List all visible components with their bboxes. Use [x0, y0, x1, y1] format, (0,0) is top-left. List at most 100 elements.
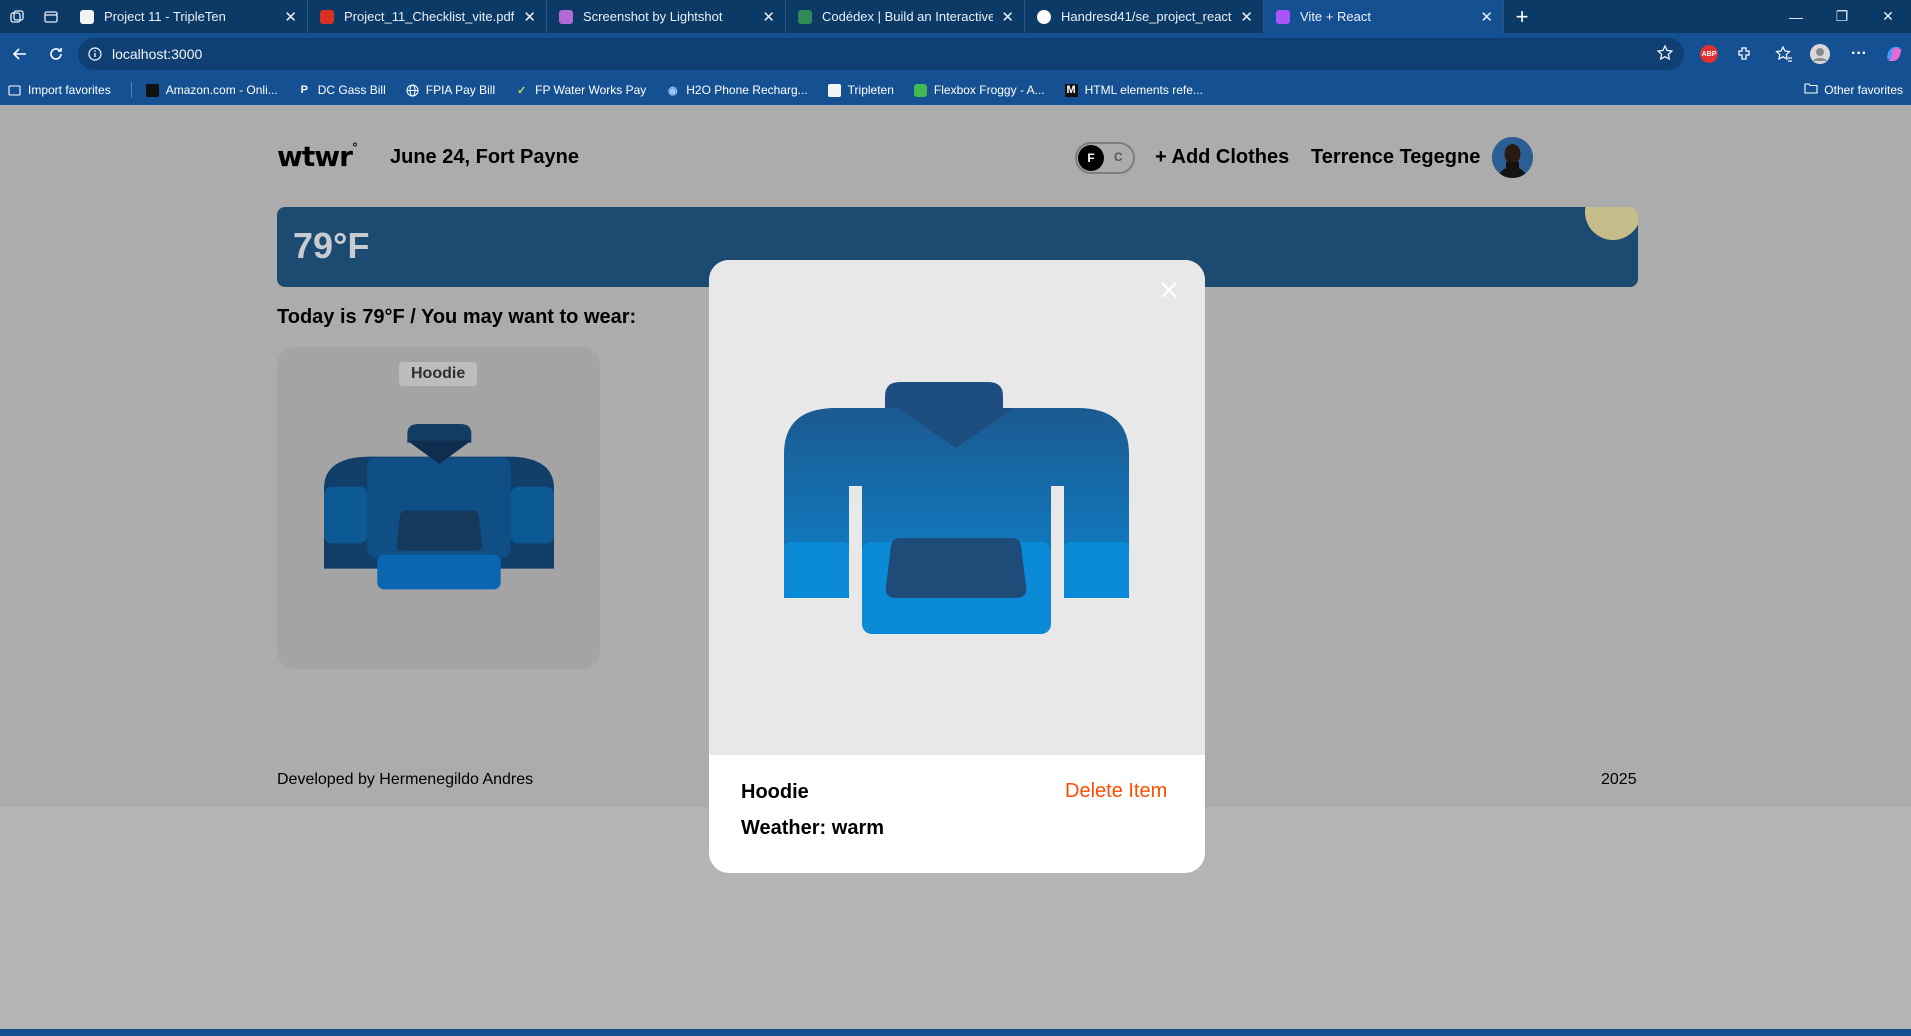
- extensions-icon[interactable]: [1728, 38, 1760, 70]
- more-options-icon[interactable]: ···: [1843, 38, 1875, 70]
- close-tab-icon[interactable]: ✕: [523, 8, 536, 26]
- bookmark-tripleten[interactable]: Tripleten: [827, 83, 894, 97]
- close-icon[interactable]: [1157, 278, 1181, 302]
- date-location: June 24, Fort Payne: [390, 146, 579, 168]
- close-tab-icon[interactable]: ✕: [762, 8, 775, 26]
- bookmark-label: Flexbox Froggy - A...: [933, 83, 1045, 97]
- toggle-knob-f: F: [1078, 145, 1104, 171]
- logo-mark: °: [351, 140, 358, 155]
- bookmark-amazon[interactable]: Amazon.com - Onli...: [145, 83, 278, 97]
- tab-actions-icon[interactable]: [34, 0, 68, 33]
- tab-title: Vite + React: [1300, 9, 1371, 24]
- weather-temperature: 79°F: [293, 225, 370, 266]
- other-favorites[interactable]: Other favorites: [1804, 82, 1903, 97]
- bookmark-label: DC Gass Bill: [317, 83, 386, 97]
- address-bar: localhost:3000 ABP ···: [0, 33, 1911, 75]
- delete-item-button[interactable]: Delete Item: [1065, 780, 1167, 803]
- paypal-icon: P: [300, 84, 308, 96]
- favorites-icon[interactable]: [1768, 38, 1800, 70]
- workspaces-icon[interactable]: [0, 0, 34, 33]
- add-clothes-button[interactable]: + Add Clothes: [1155, 146, 1289, 169]
- modal-item-weather: Weather: warm: [741, 817, 885, 839]
- adblock-plus-icon[interactable]: ABP: [1693, 38, 1725, 70]
- tripleten-icon: [80, 9, 94, 24]
- browser-tab-active[interactable]: Vite + React ✕: [1264, 0, 1504, 33]
- close-tab-icon[interactable]: ✕: [284, 8, 297, 26]
- tab-title: Project_11_Checklist_vite.pdf: [344, 9, 515, 24]
- mdn-icon: M: [1064, 83, 1078, 97]
- bookmark-fpia-pay-bill[interactable]: FPIA Pay Bill: [406, 83, 495, 97]
- sun-icon: [1585, 207, 1638, 240]
- username[interactable]: Terrence Tegegne: [1311, 146, 1480, 169]
- toggle-label-c: C: [1114, 150, 1123, 164]
- item-preview-modal: Hoodie Delete Item Weather: warm: [709, 260, 1205, 873]
- bookmarks-bar: Import favorites Amazon.com - Onli... P …: [0, 75, 1911, 105]
- app-logo[interactable]: wtwr°: [277, 140, 358, 173]
- window-controls: — ❐ ✕: [1773, 0, 1911, 33]
- pdf-icon: [320, 9, 334, 24]
- copilot-icon[interactable]: [1878, 38, 1910, 70]
- bookmark-label: Tripleten: [847, 83, 894, 97]
- bookmark-label: FPIA Pay Bill: [425, 83, 496, 97]
- clothing-card[interactable]: Hoodie: [277, 347, 600, 669]
- tab-title: Screenshot by Lightshot: [583, 9, 723, 24]
- feather-icon: [559, 9, 573, 24]
- favorite-star-icon[interactable]: [1656, 44, 1674, 67]
- tab-title: Project 11 - TripleTen: [104, 9, 226, 24]
- restore-icon[interactable]: ❐: [1819, 0, 1865, 33]
- bookmark-h2o-phone[interactable]: ◉ H2O Phone Recharg...: [666, 83, 808, 97]
- site-info-icon[interactable]: [78, 47, 112, 61]
- other-favorites-label: Other favorites: [1824, 82, 1903, 97]
- github-icon: [1037, 9, 1051, 24]
- folder-icon: [1804, 82, 1818, 97]
- close-tab-icon[interactable]: ✕: [1240, 8, 1253, 26]
- vite-icon: [1276, 9, 1290, 24]
- avatar[interactable]: [1492, 137, 1533, 178]
- browser-tab[interactable]: Project_11_Checklist_vite.pdf ✕: [308, 0, 547, 33]
- logo-text: wtwr: [277, 140, 353, 173]
- close-tab-icon[interactable]: ✕: [1480, 8, 1493, 26]
- profile-icon[interactable]: [1804, 38, 1836, 70]
- bookmark-html-elements[interactable]: M HTML elements refe...: [1064, 83, 1203, 97]
- browser-tab[interactable]: Screenshot by Lightshot ✕: [547, 0, 786, 33]
- drop-icon: ◉: [667, 84, 678, 97]
- bookmark-label: H2O Phone Recharg...: [686, 83, 808, 97]
- card-label: Hoodie: [399, 362, 478, 386]
- bookmark-import-favorites[interactable]: Import favorites: [8, 83, 111, 97]
- bookmark-label: HTML elements refe...: [1084, 83, 1203, 97]
- browser-tab-bar: Project 11 - TripleTen ✕ Project_11_Chec…: [0, 0, 1911, 33]
- back-icon[interactable]: [2, 37, 38, 71]
- url-text: localhost:3000: [112, 46, 203, 62]
- modal-item-name: Hoodie: [741, 781, 809, 803]
- bookmark-dc-gass-bill[interactable]: P DC Gass Bill: [298, 83, 386, 97]
- import-icon: [8, 84, 21, 97]
- footer-year: 2025: [1601, 771, 1637, 788]
- close-tab-icon[interactable]: ✕: [1001, 8, 1014, 26]
- recommendation-text: Today is 79°F / You may want to wear:: [277, 306, 637, 328]
- temperature-unit-toggle[interactable]: F C: [1075, 142, 1135, 174]
- tab-title: Codédex | Build an Interactive So: [822, 9, 994, 24]
- bookmark-flexbox-froggy[interactable]: Flexbox Froggy - A...: [913, 83, 1045, 97]
- leaf-icon: ✓: [517, 84, 527, 97]
- item-preview-image: [709, 260, 1205, 755]
- browser-tab[interactable]: Project 11 - TripleTen ✕: [68, 0, 308, 33]
- bookmark-fp-water-works[interactable]: ✓ FP Water Works Pay: [515, 83, 646, 97]
- abp-label: ABP: [1700, 45, 1718, 63]
- tab-title: Handresd41/se_project_react: Re: [1061, 9, 1233, 24]
- bookmark-label: Import favorites: [28, 83, 111, 97]
- hoodie-large-icon: [784, 382, 1129, 634]
- tripleten-icon: [827, 83, 841, 97]
- browser-tab[interactable]: Handresd41/se_project_react: Re ✕: [1025, 0, 1264, 33]
- refresh-icon[interactable]: [38, 37, 74, 71]
- minimize-icon[interactable]: —: [1773, 0, 1819, 33]
- globe-icon: [406, 84, 419, 97]
- footer-developer: Developed by Hermenegildo Andres: [277, 771, 534, 788]
- codedex-icon: [798, 9, 812, 24]
- browser-tab[interactable]: Codédex | Build an Interactive So ✕: [786, 0, 1025, 33]
- close-window-icon[interactable]: ✕: [1865, 0, 1911, 33]
- frog-icon: [913, 83, 927, 97]
- amazon-icon: [145, 83, 159, 97]
- url-input[interactable]: localhost:3000: [78, 38, 1684, 70]
- new-tab-icon[interactable]: +: [1504, 0, 1540, 33]
- bookmark-divider: [130, 82, 132, 98]
